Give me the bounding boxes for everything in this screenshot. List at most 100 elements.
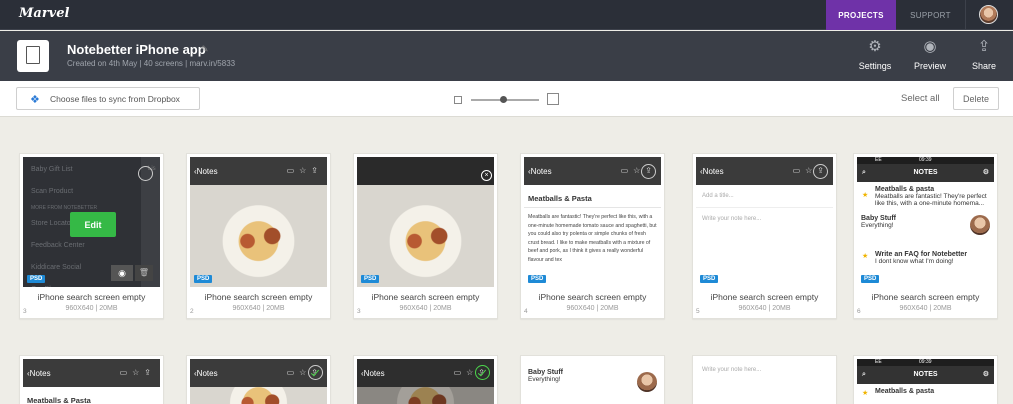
meatballs-photo [190,185,327,287]
list-item-text: Everything! [861,222,894,229]
notes-back-label: Notes [363,368,385,378]
screen-dimensions: 960X640 | 20MB [65,305,118,312]
select-all-link[interactable]: Select all [901,93,940,104]
star-icon: ★ [862,390,869,397]
zoom-small-icon[interactable] [454,96,462,104]
screen-number: 3 [357,308,361,315]
gear-icon: ⚙ [868,38,882,55]
screen-dimensions: 960X640 | 20MB [899,305,952,312]
trash-icon[interactable]: 🗑 [135,265,153,281]
nav-projects-tab[interactable]: PROJECTS [826,0,896,30]
star-icon: ★ [862,192,869,199]
screen-number: 6 [857,308,861,315]
screen-card[interactable]: Baby Gift List Scan Product MORE FROM NO… [19,153,164,319]
share-button[interactable]: ⇪ Share [964,38,1004,71]
notes-back-label: Notes [196,166,218,176]
ios-nav-bar: ‹ Notes ▭☆⇪ [357,359,494,387]
screen-name[interactable]: iPhone search screen empty [854,292,997,302]
select-checkbox[interactable] [641,164,656,179]
note-placeholder: Write your note here... [702,367,762,373]
screen-name[interactable]: iPhone search screen empty [354,292,497,302]
meatballs-photo [357,185,494,287]
notes-back-label: Notes [29,368,51,378]
list-item-title: Write an FAQ for Notebetter [875,251,968,258]
star-icon: ★ [862,253,869,260]
select-checkbox[interactable] [475,365,490,380]
screen-card[interactable]: Write your note here... [692,355,837,404]
ios-nav-bar: ‹ Notes ▭☆⇪ [190,359,327,387]
project-header: Notebetter iPhone app ✎ Created on 4th M… [0,31,1013,81]
list-item-text: Meatballs are fantastic! They're perfect… [875,193,987,207]
notes-header: NOTES [913,169,938,176]
note-placeholder: Write your note here... [702,216,762,222]
screen-name[interactable]: iPhone search screen empty [693,292,836,302]
screen-card[interactable]: ‹ Notes ▭☆⇪ Meatballs & Pasta [19,355,164,404]
screen-dimensions: 960X640 | 20MB [399,305,452,312]
notes-header: NOTES [913,371,938,378]
screen-card[interactable]: × PSD iPhone search screen empty 960X640… [353,153,498,319]
screen-card[interactable]: Baby Stuff Everything! [520,355,665,404]
zoom-large-icon[interactable] [547,93,559,105]
close-icon[interactable]: × [481,170,492,181]
edit-button[interactable]: Edit [70,212,116,237]
contact-avatar [637,372,657,392]
search-icon: ⌕ [862,169,866,176]
settings-button[interactable]: ⚙ Settings [855,38,895,71]
contact-avatar [970,215,990,235]
select-checkbox[interactable] [138,166,153,181]
preview-eye-icon[interactable]: ◉ [111,265,133,281]
note-title: Meatballs & Pasta [528,194,592,203]
project-document-icon [17,40,49,72]
status-time: 09:39 [919,157,932,163]
screen-number: 2 [190,308,194,315]
psd-badge: PSD [27,275,46,283]
top-navigation-bar: Marvel PROJECTS SUPPORT [0,0,1013,30]
screen-card[interactable]: EE 09:39 ⌕ NOTES ⚙ ★ Meatballs & pasta Meatba… [853,153,998,319]
nav-actions-icon: ▭☆⇪ [286,166,323,175]
screen-number: 4 [524,308,528,315]
screen-card[interactable]: ‹ Notes ▭☆⇪ Add a title... Write your not… [692,153,837,319]
list-item-title: Meatballs & pasta [875,186,935,193]
dropbox-icon: ❖ [30,94,40,106]
notes-back-label: Notes [530,166,552,176]
zoom-slider-handle[interactable] [500,96,507,103]
project-title: Notebetter iPhone app [67,42,206,57]
ios-nav-bar: ‹ Notes ▭☆⇪ [190,157,327,185]
ios-nav-bar: ‹ Notes ▭☆⇪ [23,359,160,387]
screen-card[interactable]: ‹ Notes ▭☆⇪ PSD iPhone search screen empt… [186,153,331,319]
psd-badge: PSD [194,275,213,283]
preview-label: Preview [913,61,946,71]
screen-name[interactable]: iPhone search screen empty [187,292,330,302]
psd-badge: PSD [528,275,547,283]
note-title: Meatballs & Pasta [27,396,91,404]
screen-number: 5 [696,308,700,315]
nav-support-tab[interactable]: SUPPORT [896,0,966,30]
screen-dimensions: 960X640 | 20MB [232,305,285,312]
marvel-logo[interactable]: Marvel [19,6,69,21]
share-icon: ⇪ [977,38,991,55]
menu-item: Kiddicare Social [31,264,82,271]
select-checkbox[interactable] [308,365,323,380]
title-placeholder: Add a title... [696,185,833,208]
screen-card[interactable]: EE 09:39 ⌕ NOTES ⚙ ★ Meatballs & pasta [853,355,998,404]
screen-dimensions: 960X640 | 20MB [738,305,791,312]
carrier-label: EE [875,157,882,163]
screen-card[interactable]: ‹ Notes ▭☆⇪ [353,355,498,404]
meatballs-photo [357,387,494,404]
select-checkbox[interactable] [813,164,828,179]
gear-icon: ⚙ [982,169,989,176]
preview-button[interactable]: ◉ Preview [910,38,950,71]
carrier-label: EE [875,359,882,365]
screen-name[interactable]: iPhone search screen empty [20,292,163,302]
dropbox-sync-button[interactable]: ❖ Choose files to sync from Dropbox [16,87,200,110]
screen-card[interactable]: ‹ Notes ▭☆⇪ Meatballs & Pasta Meatballs a… [520,153,665,319]
screen-name[interactable]: iPhone search screen empty [521,292,664,302]
edit-title-pencil-icon[interactable]: ✎ [201,44,209,55]
user-avatar[interactable] [979,5,998,24]
delete-button[interactable]: Delete [953,87,999,110]
dropbox-label: Choose files to sync from Dropbox [50,93,180,104]
psd-badge: PSD [361,275,380,283]
screen-dimensions: 960X640 | 20MB [566,305,619,312]
menu-item: Feedback Center [31,242,85,249]
screen-card[interactable]: ‹ Notes ▭☆⇪ [186,355,331,404]
